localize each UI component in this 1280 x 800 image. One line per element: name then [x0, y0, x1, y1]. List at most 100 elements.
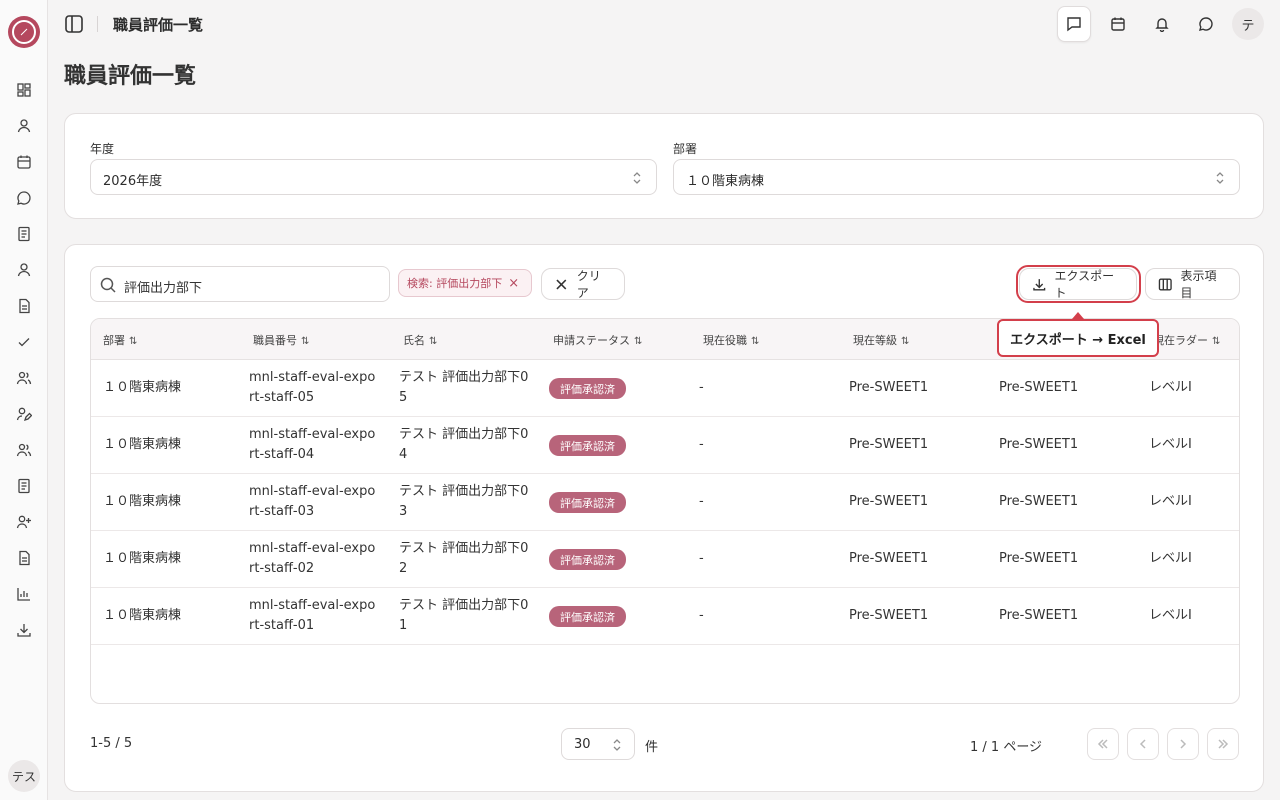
chevron-updown-icon	[613, 739, 621, 751]
role-cell: -	[699, 437, 704, 452]
chip-label: 検索: 評価出力部下	[407, 277, 503, 290]
user-icon[interactable]	[14, 116, 34, 136]
dept-value: １０階東病棟	[686, 174, 765, 189]
next-page-button[interactable]	[1167, 728, 1199, 760]
staff-id-cell: mnl-staff-eval-expo rt-staff-04	[249, 427, 376, 462]
year-select[interactable]: 2026年度	[90, 159, 657, 195]
sidebar: テス	[0, 0, 48, 800]
notification-bell-icon[interactable]	[1148, 10, 1176, 38]
filter-card: 年度 2026年度 部署 １０階東病棟	[64, 113, 1264, 219]
export-button[interactable]: エクスポート	[1019, 268, 1137, 300]
column-header[interactable]: 現在役職 ⇅	[703, 332, 759, 348]
column-header-label: 現在等級	[853, 334, 897, 347]
column-header[interactable]: 職員番号 ⇅	[253, 332, 309, 348]
sort-icon[interactable]: ⇅	[129, 336, 137, 347]
role-cell: -	[699, 380, 704, 395]
column-header[interactable]: 部署 ⇅	[103, 332, 137, 348]
sidebar-user-avatar[interactable]: テス	[8, 760, 40, 792]
staff-id-cell: mnl-staff-eval-expo rt-staff-05	[249, 370, 376, 405]
dept-select[interactable]: １０階東病棟	[673, 159, 1240, 195]
check-icon[interactable]	[14, 332, 34, 352]
sort-icon[interactable]: ⇅	[634, 336, 642, 347]
chevron-updown-icon	[1216, 172, 1224, 184]
ladder-cell: レベルI	[1149, 494, 1192, 509]
sort-icon[interactable]: ⇅	[751, 336, 759, 347]
users-icon[interactable]	[14, 368, 34, 388]
ladder-cell: レベルI	[1149, 437, 1192, 452]
users-icon[interactable]	[14, 440, 34, 460]
document-icon[interactable]	[14, 224, 34, 244]
dept-cell: １０階東病棟	[103, 494, 182, 509]
columns-button[interactable]: 表示項目	[1145, 268, 1240, 300]
column-header[interactable]: 現在等級 ⇅	[853, 332, 909, 348]
sort-icon[interactable]: ⇅	[429, 336, 437, 347]
grade-cell: Pre-SWEET1	[849, 608, 929, 623]
calendar-button[interactable]	[1104, 10, 1132, 38]
column-header[interactable]: 現在ラダー ⇅	[1153, 332, 1220, 348]
column-header-label: 現在ラダー	[1153, 334, 1208, 347]
columns-icon	[1158, 278, 1172, 290]
column-header[interactable]: 氏名 ⇅	[403, 332, 437, 348]
first-page-button[interactable]	[1087, 728, 1119, 760]
user-plus-icon[interactable]	[14, 512, 34, 532]
user-edit-icon[interactable]	[14, 404, 34, 424]
chat-button[interactable]	[1192, 10, 1220, 38]
grade-cell: Pre-SWEET1	[999, 380, 1079, 395]
status-badge: 評価承認済	[549, 549, 626, 570]
table-row[interactable]: １０階東病棟 mnl-staff-eval-expo rt-staff-02 テスト…	[91, 531, 1239, 588]
sort-icon[interactable]: ⇅	[301, 336, 309, 347]
document-icon[interactable]	[14, 476, 34, 496]
sort-icon[interactable]: ⇅	[901, 336, 909, 347]
grade-cell: Pre-SWEET1	[849, 380, 929, 395]
column-header[interactable]: 申請ステータス ⇅	[553, 332, 642, 348]
table-row[interactable]: １０階東病棟 mnl-staff-eval-expo rt-staff-01 テスト…	[91, 588, 1239, 645]
name-cell: テスト 評価出力部下0 2	[399, 541, 529, 576]
table-row[interactable]: １０階東病棟 mnl-staff-eval-expo rt-staff-05 テスト…	[91, 360, 1239, 417]
file-icon[interactable]	[14, 548, 34, 568]
search-icon	[100, 277, 116, 293]
page-info: 1 / 1 ページ	[970, 740, 1043, 755]
user-avatar[interactable]: テ	[1232, 8, 1264, 40]
column-header-label: 現在役職	[703, 334, 747, 347]
table-row[interactable]: １０階東病棟 mnl-staff-eval-expo rt-staff-03 テスト…	[91, 474, 1239, 531]
grade-cell: Pre-SWEET1	[999, 608, 1079, 623]
chevrons-right-icon	[1218, 739, 1229, 749]
chat-icon[interactable]	[14, 188, 34, 208]
table-row[interactable]: １０階東病棟 mnl-staff-eval-expo rt-staff-04 テスト…	[91, 417, 1239, 474]
column-header-label: 部署	[103, 334, 125, 347]
header-title: 職員評価一覧	[113, 16, 204, 34]
file-icon[interactable]	[14, 296, 34, 316]
status-badge: 評価承認済	[549, 492, 626, 513]
chevron-updown-icon	[633, 172, 641, 184]
page-size-select[interactable]: 30	[561, 728, 635, 760]
table-card: 評価出力部下 検索: 評価出力部下 × クリア エクスポート 表示項目 エクスポ…	[64, 244, 1264, 792]
search-value: 評価出力部下	[124, 281, 203, 296]
search-input[interactable]: 評価出力部下	[90, 266, 390, 302]
dashboard-icon[interactable]	[14, 80, 34, 100]
user-icon[interactable]	[14, 260, 34, 280]
columns-label: 表示項目	[1180, 269, 1217, 300]
calendar-icon[interactable]	[14, 152, 34, 172]
close-icon[interactable]: ×	[508, 276, 519, 291]
grade-cell: Pre-SWEET1	[849, 551, 929, 566]
download-icon	[1033, 278, 1046, 291]
download-icon[interactable]	[14, 620, 34, 640]
topbar: 職員評価一覧 テ	[48, 0, 1280, 48]
prev-page-button[interactable]	[1127, 728, 1159, 760]
search-filter-chip[interactable]: 検索: 評価出力部下 ×	[398, 269, 532, 297]
feedback-button[interactable]	[1057, 6, 1091, 42]
column-header-label: 氏名	[403, 334, 425, 347]
name-cell: テスト 評価出力部下0 5	[399, 370, 529, 405]
clear-label: クリア	[576, 269, 601, 300]
page-size-unit: 件	[645, 740, 659, 755]
staff-id-cell: mnl-staff-eval-expo rt-staff-01	[249, 598, 376, 633]
sort-icon[interactable]: ⇅	[1212, 336, 1220, 347]
grade-cell: Pre-SWEET1	[849, 494, 929, 509]
chart-icon[interactable]	[14, 584, 34, 604]
role-cell: -	[699, 608, 704, 623]
clear-button[interactable]: クリア	[541, 268, 625, 300]
sidebar-toggle-icon[interactable]	[64, 14, 84, 34]
last-page-button[interactable]	[1207, 728, 1239, 760]
app-logo[interactable]	[8, 16, 40, 48]
role-cell: -	[699, 494, 704, 509]
